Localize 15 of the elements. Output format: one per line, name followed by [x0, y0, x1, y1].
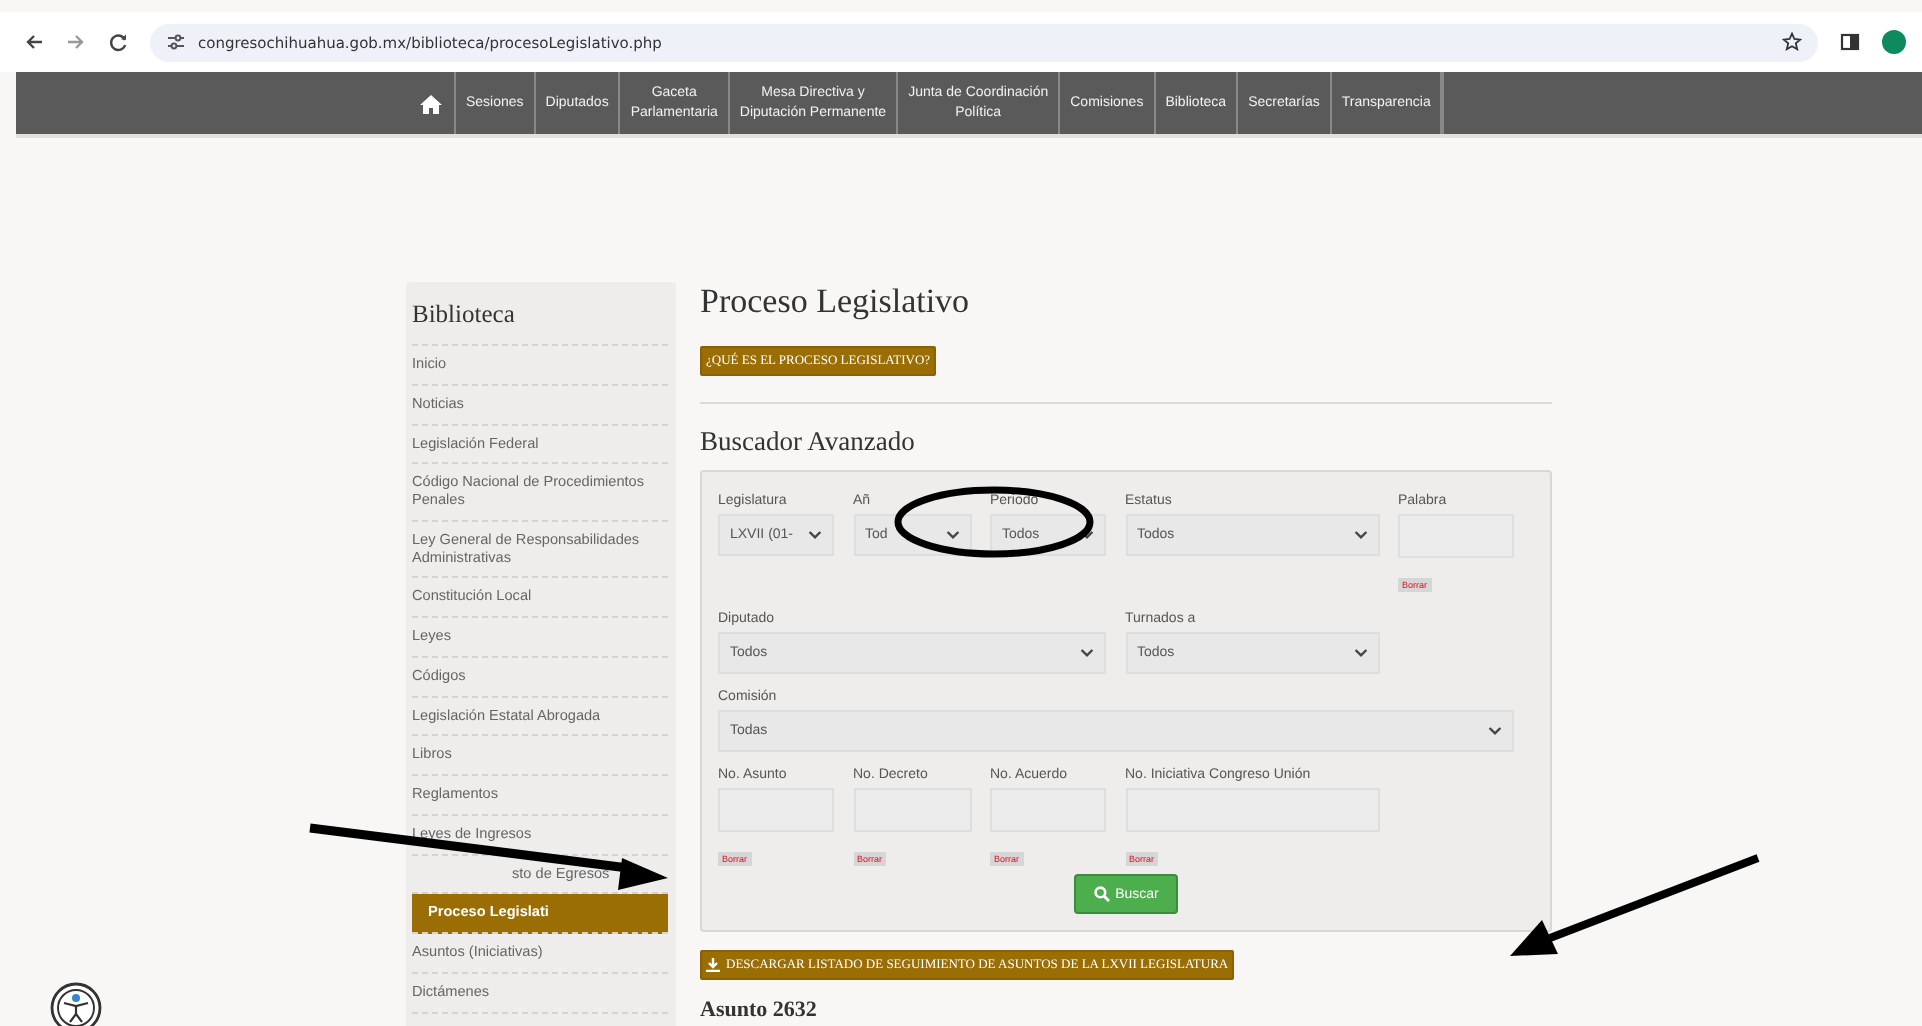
- download-icon[interactable]: [706, 958, 720, 972]
- home-icon[interactable]: [420, 93, 442, 113]
- forward-icon[interactable]: [66, 32, 86, 52]
- section-title: Buscador Avanzado: [700, 426, 915, 458]
- back-icon[interactable]: [24, 32, 44, 52]
- site-settings-icon[interactable]: [166, 32, 186, 52]
- side-panel-icon[interactable]: [1840, 32, 1860, 52]
- sidebar-title: Biblioteca: [412, 290, 668, 346]
- accessibility-icon[interactable]: [50, 982, 102, 1026]
- page-title: Proceso Legislativo: [700, 282, 970, 322]
- section-heading: Asunto 2632: [700, 998, 817, 1022]
- reload-icon[interactable]: [108, 32, 128, 52]
- star-icon[interactable]: [1782, 32, 1802, 52]
- avatar-icon[interactable]: [1882, 30, 1906, 54]
- search-icon[interactable]: [1093, 886, 1110, 902]
